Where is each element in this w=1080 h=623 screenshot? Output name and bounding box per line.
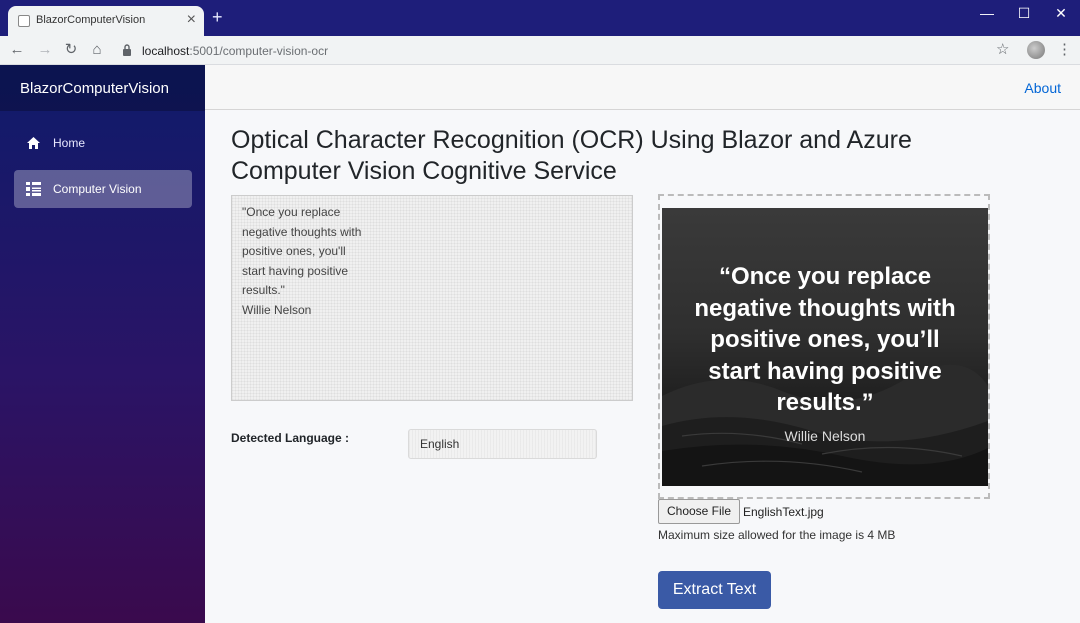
home-icon bbox=[27, 137, 40, 149]
uploaded-image-preview: “Once you replace negative thoughts with… bbox=[662, 208, 988, 486]
image-preview-frame: “Once you replace negative thoughts with… bbox=[658, 194, 990, 499]
page-favicon-icon bbox=[18, 15, 30, 27]
window-close-button[interactable]: ✕ bbox=[1042, 0, 1080, 28]
profile-avatar[interactable] bbox=[1027, 41, 1045, 59]
detected-language-field[interactable]: English bbox=[408, 429, 597, 459]
browser-menu-icon[interactable]: ⋮ bbox=[1057, 40, 1072, 58]
detected-language-label: Detected Language : bbox=[231, 431, 350, 445]
tab-title: BlazorComputerVision bbox=[36, 14, 146, 26]
page-title: Optical Character Recognition (OCR) Usin… bbox=[231, 126, 912, 185]
new-tab-icon[interactable]: + bbox=[212, 8, 223, 26]
image-quote-text: “Once you replace negative thoughts with… bbox=[694, 263, 956, 416]
back-arrow-icon[interactable]: ← bbox=[8, 41, 26, 59]
home-button-icon[interactable]: ⌂ bbox=[88, 41, 106, 59]
sidebar: BlazorComputerVision Home Computer Visio… bbox=[0, 65, 205, 623]
list-icon bbox=[26, 182, 41, 196]
selected-file-name: EnglishText.jpg bbox=[743, 505, 824, 519]
top-row: About bbox=[205, 65, 1080, 110]
forward-arrow-icon[interactable]: → bbox=[36, 41, 54, 59]
main-content: About Optical Character Recognition (OCR… bbox=[205, 65, 1080, 623]
lock-icon bbox=[123, 44, 131, 56]
sidebar-item-label: Computer Vision bbox=[53, 182, 142, 196]
max-size-note: Maximum size allowed for the image is 4 … bbox=[658, 528, 896, 542]
browser-tab[interactable]: BlazorComputerVision × bbox=[8, 6, 204, 36]
brand-bar: BlazorComputerVision bbox=[0, 65, 205, 111]
browser-title-bar: BlazorComputerVision × + — ☐ ✕ bbox=[0, 0, 1080, 36]
sidebar-item-label: Home bbox=[53, 136, 86, 150]
ocr-result-textarea[interactable]: "Once you replace negative thoughts with… bbox=[231, 195, 633, 401]
brand-link[interactable]: BlazorComputerVision bbox=[20, 80, 169, 97]
url-text: localhost:5001/computer-vision-ocr bbox=[142, 44, 329, 58]
browser-toolbar: ← → ↻ ⌂ localhost:5001/computer-vision-o… bbox=[0, 36, 1080, 65]
bookmark-star-icon[interactable]: ☆ bbox=[996, 40, 1009, 58]
image-quote-author: Willie Nelson bbox=[784, 428, 866, 444]
address-bar[interactable]: localhost:5001/computer-vision-ocr bbox=[114, 39, 1024, 62]
reload-icon[interactable]: ↻ bbox=[62, 41, 80, 59]
sidebar-item-home[interactable]: Home bbox=[14, 124, 192, 162]
window-maximize-button[interactable]: ☐ bbox=[1005, 0, 1043, 28]
extract-text-button[interactable]: Extract Text bbox=[658, 571, 771, 609]
about-link[interactable]: About bbox=[1024, 80, 1061, 96]
tab-close-icon[interactable]: × bbox=[187, 11, 196, 29]
window-minimize-button[interactable]: — bbox=[968, 0, 1006, 28]
sidebar-item-computer-vision[interactable]: Computer Vision bbox=[14, 170, 192, 208]
choose-file-button[interactable]: Choose File bbox=[658, 499, 740, 524]
